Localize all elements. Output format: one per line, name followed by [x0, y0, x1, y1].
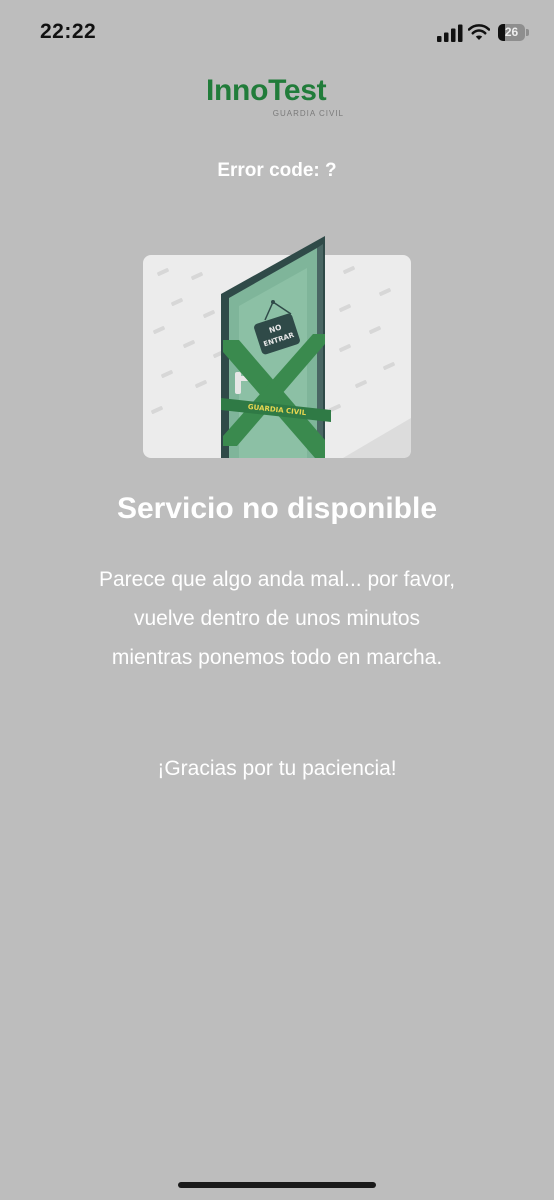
brand-name: InnoTest — [206, 74, 327, 107]
closed-door-illustration: NO ENTRAR GUARDIA CIVIL — [143, 236, 411, 458]
battery-icon: 26 — [498, 24, 530, 42]
door-handle-plate — [235, 372, 241, 394]
status-time: 22:22 — [40, 20, 97, 43]
battery-cap — [526, 29, 529, 36]
signal-icon — [437, 24, 463, 42]
brand-subtitle: GUARDIA CIVIL — [272, 109, 344, 118]
error-code: Error code: ? — [217, 160, 337, 181]
wifi-icon — [468, 24, 490, 40]
home-indicator[interactable] — [178, 1182, 376, 1188]
sign-nail — [271, 300, 275, 304]
page-title: Servicio no disponible — [116, 492, 438, 525]
status-bar: 22:22 26 — [0, 0, 554, 66]
error-message: Parece que algo anda mal... por favor, v… — [98, 568, 456, 669]
battery-level: 26 — [504, 25, 519, 39]
brand-logo: InnoTest GUARDIA CIVIL — [206, 74, 352, 120]
thanks-message: ¡Gracias por tu paciencia! — [157, 757, 397, 780]
